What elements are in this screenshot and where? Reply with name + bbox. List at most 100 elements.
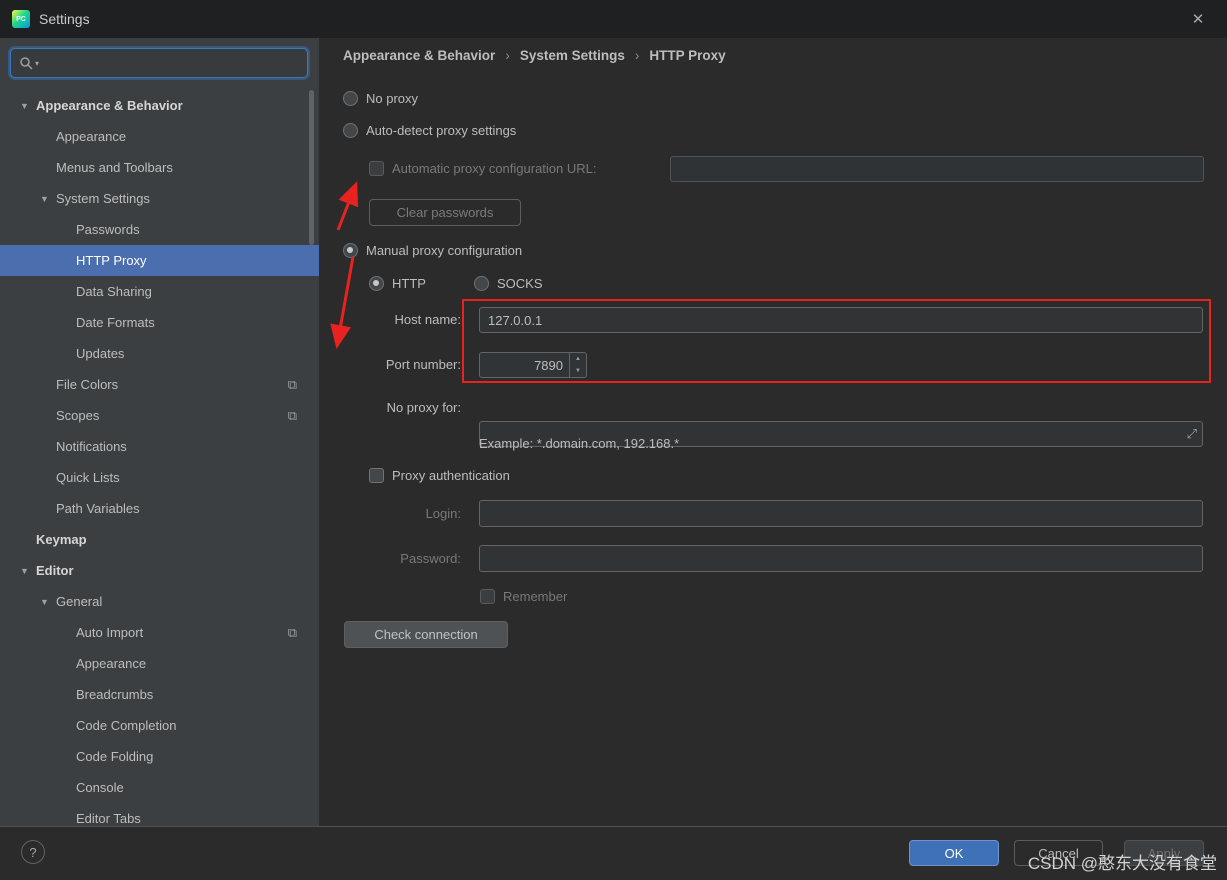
auto-detect-label: Auto-detect proxy settings [366, 122, 517, 138]
no-proxy-radio[interactable] [343, 90, 358, 106]
clear-passwords-button[interactable]: Clear passwords [369, 199, 521, 226]
sidebar-item-label: Quick Lists [56, 470, 120, 485]
sidebar-item-appearance-editor[interactable]: Appearance [0, 648, 319, 679]
help-button[interactable]: ? [21, 840, 45, 864]
example-hint: Example: *.domain.com, 192.168.* [479, 436, 680, 451]
sidebar-item-label: Breadcrumbs [76, 687, 154, 702]
http-proxy-panel: Appearance & Behavior › System Settings … [319, 38, 1227, 826]
title-bar: PC Settings ✕ [0, 0, 1227, 38]
sidebar-item-label: Editor [36, 563, 74, 578]
sidebar-item-code-completion[interactable]: Code Completion [0, 710, 319, 741]
port-number-field: ▲ ▼ [479, 352, 587, 378]
sidebar-item-appearance-behavior[interactable]: ▼ Appearance & Behavior [0, 90, 319, 121]
search-icon [20, 57, 33, 70]
sidebar-item-scopes[interactable]: Scopes ⧉ [0, 400, 319, 431]
auto-url-checkbox[interactable] [369, 160, 384, 176]
ok-button[interactable]: OK [909, 840, 999, 866]
sidebar-item-label: System Settings [56, 191, 150, 206]
sidebar-item-data-sharing[interactable]: Data Sharing [0, 276, 319, 307]
sidebar-item-keymap[interactable]: Keymap [0, 524, 319, 555]
port-number-input[interactable] [480, 353, 569, 377]
breadcrumb-part[interactable]: Appearance & Behavior [343, 48, 495, 63]
proxy-authentication-checkbox[interactable] [369, 467, 384, 483]
auto-url-label: Automatic proxy configuration URL: [392, 160, 597, 176]
dialog-footer: ? OK Cancel Apply CSDN @憨东大没有食堂 [0, 826, 1227, 880]
sidebar-item-notifications[interactable]: Notifications [0, 431, 319, 462]
breadcrumb-separator-icon: › [634, 48, 640, 63]
login-label: Login: [425, 506, 461, 521]
sidebar-item-passwords[interactable]: Passwords [0, 214, 319, 245]
auto-url-input[interactable] [670, 156, 1204, 182]
sidebar-item-label: Menus and Toolbars [56, 160, 173, 175]
remember-label: Remember [503, 588, 568, 604]
no-proxy-for-label: No proxy for: [386, 400, 461, 415]
sidebar-item-breadcrumbs[interactable]: Breadcrumbs [0, 679, 319, 710]
socks-radio[interactable] [474, 275, 489, 291]
chevron-down-icon[interactable]: ▼ [40, 194, 56, 204]
sidebar-item-label: Keymap [36, 532, 87, 547]
password-input[interactable] [479, 545, 1203, 572]
sidebar-item-label: Path Variables [56, 501, 140, 516]
host-name-input[interactable] [479, 307, 1203, 333]
pycharm-logo-icon: PC [12, 10, 30, 28]
manual-proxy-radio[interactable] [343, 242, 358, 258]
sidebar-item-label: Code Folding [76, 749, 154, 764]
chevron-down-icon[interactable]: ▼ [20, 566, 36, 576]
sidebar-item-label: Appearance [56, 129, 127, 144]
sidebar-item-label: Appearance [76, 656, 147, 671]
sidebar-item-file-colors[interactable]: File Colors ⧉ [0, 369, 319, 400]
login-input[interactable] [479, 500, 1203, 527]
search-input[interactable] [45, 55, 299, 71]
sidebar-item-label: Updates [76, 346, 125, 361]
socks-label: SOCKS [497, 275, 543, 291]
sidebar-item-editor[interactable]: ▼ Editor [0, 555, 319, 586]
sidebar-scrollbar[interactable] [309, 90, 314, 245]
sidebar-item-label: Date Formats [76, 315, 155, 330]
port-stepper: ▲ ▼ [569, 353, 586, 377]
question-icon: ? [29, 844, 37, 860]
stepper-down-icon[interactable]: ▼ [570, 365, 586, 377]
sidebar-item-editor-tabs[interactable]: Editor Tabs [0, 803, 319, 826]
sidebar-item-label: General [56, 594, 103, 609]
sidebar-item-label: Auto Import [76, 625, 144, 640]
remember-checkbox[interactable] [480, 588, 495, 604]
sidebar-item-system-settings[interactable]: ▼ System Settings [0, 183, 319, 214]
proxy-authentication-label: Proxy authentication [392, 467, 510, 483]
sidebar-item-http-proxy[interactable]: HTTP Proxy [0, 245, 319, 276]
breadcrumb-part[interactable]: System Settings [520, 48, 625, 63]
window-title: Settings [39, 11, 90, 27]
sidebar-item-auto-import[interactable]: Auto Import ⧉ [0, 617, 319, 648]
chevron-down-icon[interactable]: ▼ [20, 101, 36, 111]
auto-detect-proxy-radio[interactable] [343, 122, 358, 138]
sidebar-item-date-formats[interactable]: Date Formats [0, 307, 319, 338]
stepper-up-icon[interactable]: ▲ [570, 353, 586, 365]
sidebar-item-console[interactable]: Console [0, 772, 319, 803]
sidebar-item-label: Notifications [56, 439, 127, 454]
search-box[interactable]: ▾ [10, 48, 308, 78]
close-icon[interactable]: ✕ [1187, 8, 1209, 30]
sidebar-item-appearance[interactable]: Appearance [0, 121, 319, 152]
expand-field-icon[interactable]: ⤢ [1187, 426, 1197, 442]
shared-config-icon: ⧉ [287, 624, 297, 640]
sidebar-item-path-variables[interactable]: Path Variables [0, 493, 319, 524]
breadcrumb-part: HTTP Proxy [649, 48, 726, 63]
sidebar-item-label: Passwords [76, 222, 140, 237]
settings-tree: ▼ Appearance & Behavior Appearance Menus… [0, 90, 319, 826]
sidebar-item-menus-toolbars[interactable]: Menus and Toolbars [0, 152, 319, 183]
search-chevron-icon: ▾ [35, 58, 40, 68]
password-label: Password: [400, 551, 461, 566]
http-label: HTTP [392, 275, 426, 291]
apply-button[interactable]: Apply [1124, 840, 1204, 866]
http-radio[interactable] [369, 275, 384, 291]
chevron-down-icon[interactable]: ▼ [40, 597, 56, 607]
manual-proxy-label: Manual proxy configuration [366, 242, 523, 258]
sidebar-item-updates[interactable]: Updates [0, 338, 319, 369]
settings-dialog: PC Settings ✕ ▾ ▼ Appearance & Behavior … [0, 0, 1227, 880]
sidebar-item-general[interactable]: ▼ General [0, 586, 319, 617]
sidebar-item-code-folding[interactable]: Code Folding [0, 741, 319, 772]
settings-sidebar: ▾ ▼ Appearance & Behavior Appearance Men… [0, 38, 319, 826]
host-name-label: Host name: [394, 312, 461, 327]
sidebar-item-quick-lists[interactable]: Quick Lists [0, 462, 319, 493]
cancel-button[interactable]: Cancel [1014, 840, 1103, 866]
check-connection-button[interactable]: Check connection [344, 621, 508, 648]
